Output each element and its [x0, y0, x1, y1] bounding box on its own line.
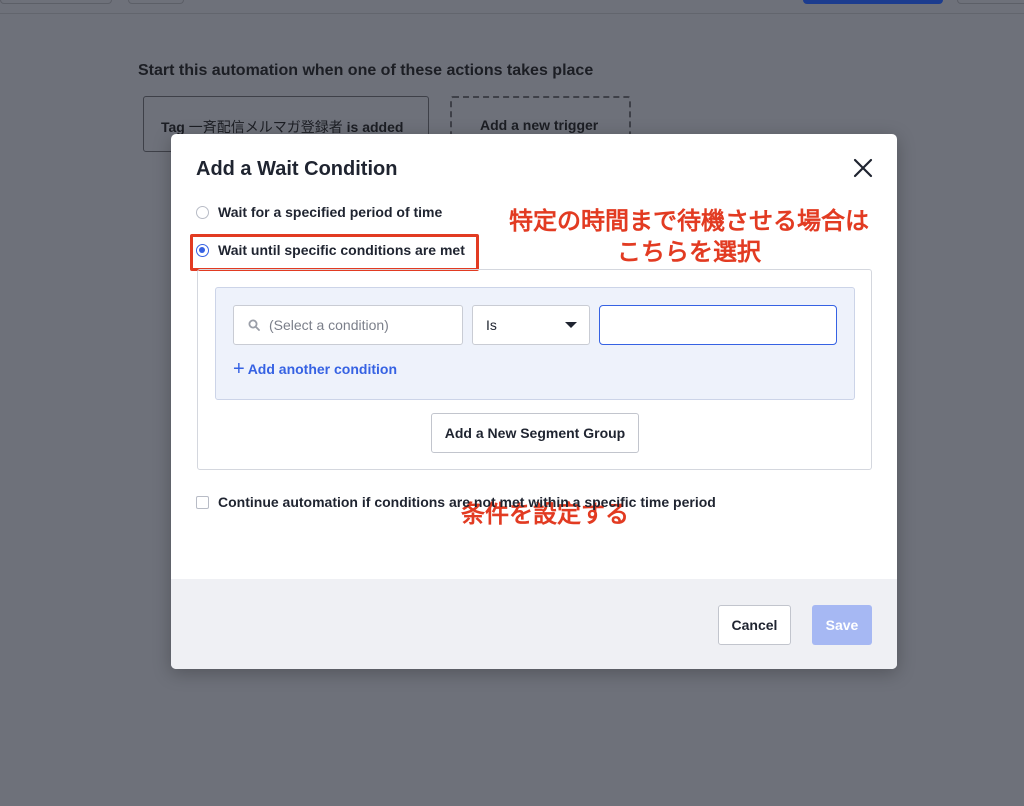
segment-group: (Select a condition) Is + Add another co… [215, 287, 855, 400]
option-wait-period[interactable]: Wait for a specified period of time [196, 204, 442, 220]
condition-search-input[interactable]: (Select a condition) [233, 305, 463, 345]
close-button[interactable] [851, 156, 875, 180]
modal-title: Add a Wait Condition [196, 158, 398, 180]
top-primary-button [803, 0, 943, 4]
search-icon [248, 319, 260, 331]
option-wait-period-label: Wait for a specified period of time [218, 204, 443, 220]
operator-value: Is [486, 317, 497, 333]
annotation-highlight-box [190, 234, 479, 271]
top-tab-1 [0, 0, 112, 4]
wait-condition-modal: Add a Wait Condition Wait for a specifie… [171, 134, 897, 669]
add-segment-group-button[interactable]: Add a New Segment Group [431, 413, 639, 453]
modal-footer: Cancel Save [171, 579, 897, 669]
radio-wait-period[interactable] [196, 205, 209, 219]
top-bar [0, 0, 1024, 14]
trigger-section-heading: Start this automation when one of these … [138, 62, 594, 79]
continue-automation-option[interactable]: Continue automation if conditions are no… [196, 494, 716, 510]
close-icon [853, 158, 873, 178]
add-another-condition-label: Add another condition [247, 361, 398, 377]
top-secondary-button [957, 0, 1024, 4]
caret-down-icon [565, 322, 577, 328]
operator-select[interactable]: Is [472, 305, 590, 345]
add-another-condition-link[interactable]: + Add another condition [233, 358, 398, 380]
continue-automation-label: Continue automation if conditions are no… [218, 494, 716, 510]
plus-icon: + [233, 358, 245, 380]
segment-group-outer: (Select a condition) Is + Add another co… [197, 269, 872, 528]
condition-placeholder: (Select a condition) [269, 317, 389, 333]
save-button[interactable]: Save [812, 605, 872, 645]
trigger-suffix: is added [342, 119, 404, 135]
annotation-option-note: 特定の時間まで待機させる場合は こちらを選択 [489, 206, 889, 268]
continue-automation-checkbox[interactable] [196, 495, 209, 509]
cancel-button[interactable]: Cancel [718, 605, 791, 645]
condition-value-input[interactable] [599, 305, 837, 345]
annotation-option-note-line2: こちらを選択 [617, 238, 761, 266]
annotation-option-note-line1: 特定の時間まで待機させる場合は [509, 207, 869, 235]
top-tab-2 [128, 0, 184, 4]
trigger-prefix: Tag [161, 119, 189, 135]
